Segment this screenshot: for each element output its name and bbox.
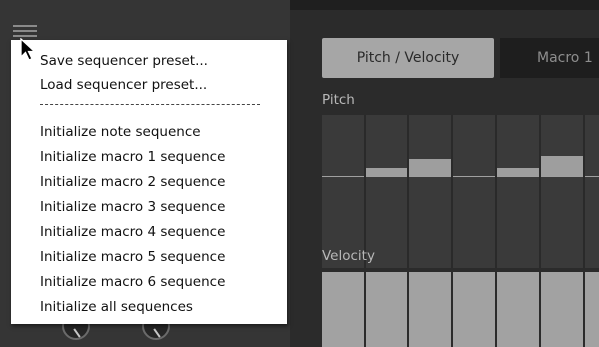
menu-item-init-note[interactable]: Initialize note sequence <box>40 120 201 144</box>
step-divider <box>451 272 453 347</box>
step-divider <box>407 272 409 347</box>
step-divider <box>539 115 541 268</box>
sequencer-options-menu: Save sequencer preset... Load sequencer … <box>11 40 287 324</box>
step-divider <box>583 115 585 268</box>
step-divider <box>407 115 409 268</box>
menu-item-init-macro-3[interactable]: Initialize macro 3 sequence <box>40 195 225 219</box>
step-divider <box>364 115 366 268</box>
menu-separator <box>40 104 260 105</box>
velocity-label: Velocity <box>322 248 375 264</box>
mouse-pointer-icon <box>20 38 37 61</box>
velocity-step-grid[interactable] <box>322 272 599 347</box>
pitch-step-bar[interactable] <box>541 156 583 176</box>
menu-item-load-preset[interactable]: Load sequencer preset... <box>40 73 207 97</box>
step-divider <box>364 272 366 347</box>
tab-pitch-velocity[interactable]: Pitch / Velocity <box>322 38 494 78</box>
tab-macro-1[interactable]: Macro 1 <box>500 38 599 78</box>
menu-item-init-macro-1[interactable]: Initialize macro 1 sequence <box>40 145 225 169</box>
menu-item-init-all[interactable]: Initialize all sequences <box>40 295 193 319</box>
step-divider <box>583 272 585 347</box>
pitch-step-bar[interactable] <box>366 168 407 176</box>
pitch-step-bar[interactable] <box>409 159 451 176</box>
pitch-label: Pitch <box>322 92 355 108</box>
pitch-step-grid[interactable] <box>322 115 599 268</box>
step-divider <box>539 272 541 347</box>
top-strip <box>290 0 599 10</box>
step-divider <box>495 272 497 347</box>
menu-item-init-macro-5[interactable]: Initialize macro 5 sequence <box>40 245 225 269</box>
menu-item-save-preset[interactable]: Save sequencer preset... <box>40 49 208 73</box>
menu-item-init-macro-2[interactable]: Initialize macro 2 sequence <box>40 170 225 194</box>
step-divider <box>451 115 453 268</box>
menu-item-init-macro-4[interactable]: Initialize macro 4 sequence <box>40 220 225 244</box>
menu-item-init-macro-6[interactable]: Initialize macro 6 sequence <box>40 270 225 294</box>
step-divider <box>495 115 497 268</box>
pitch-step-bar[interactable] <box>497 168 539 176</box>
